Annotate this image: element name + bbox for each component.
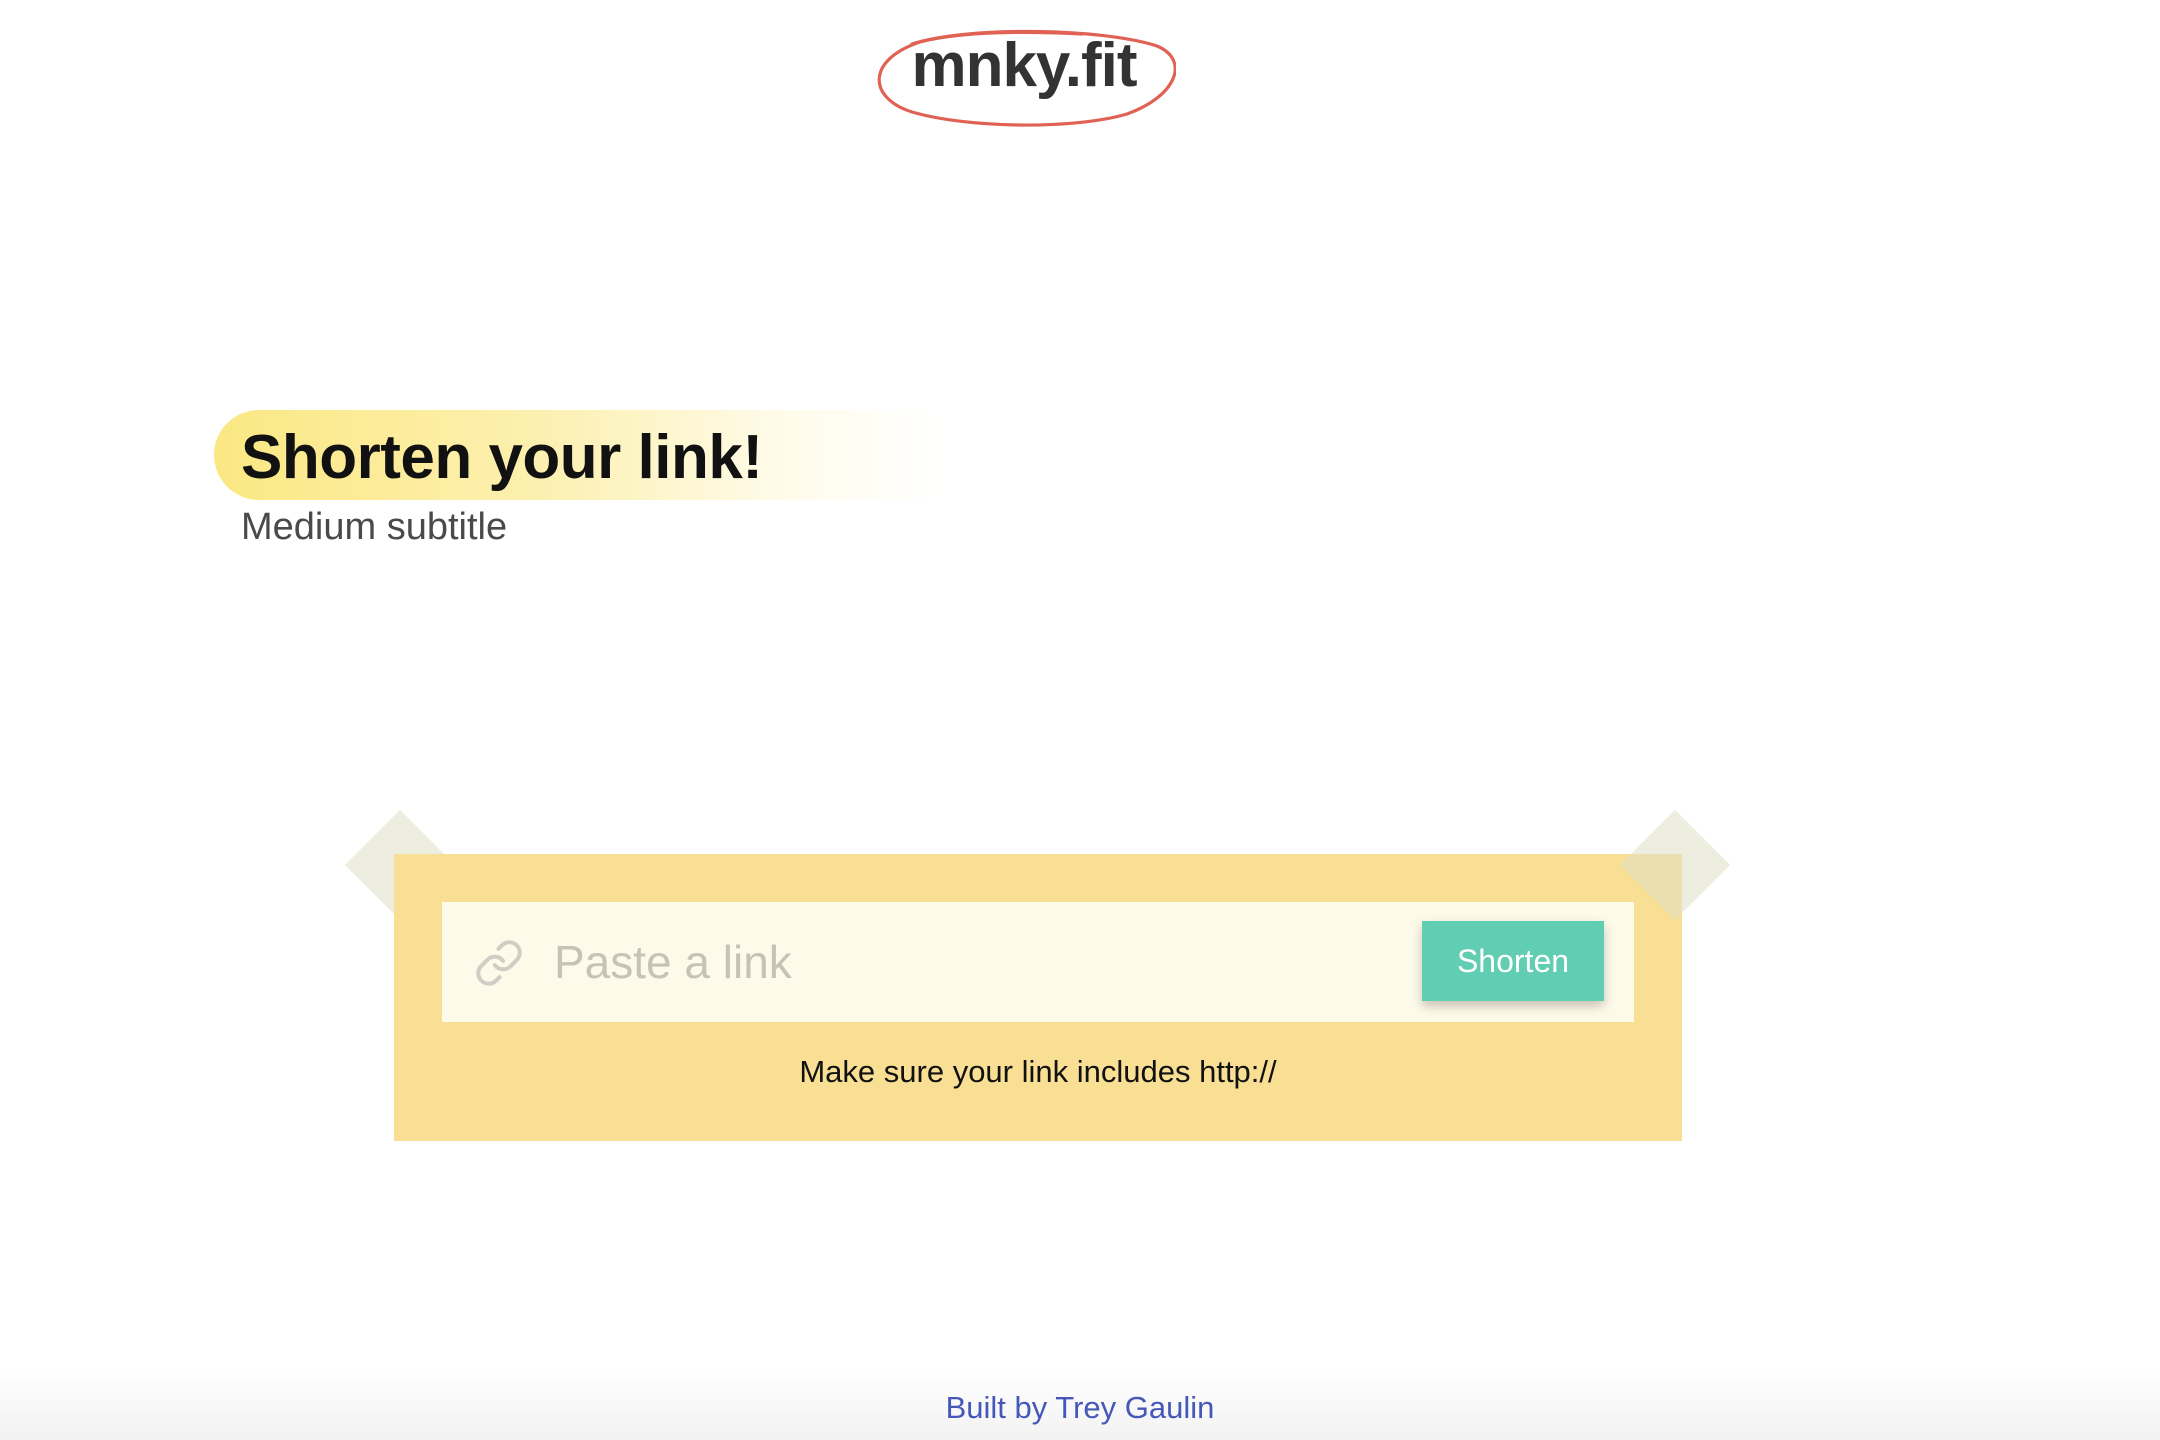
- link-input[interactable]: [554, 922, 1414, 1002]
- shorten-card: Shorten Make sure your link includes htt…: [394, 854, 1682, 1141]
- logo-text: mnky.fit: [911, 31, 1137, 100]
- page: mnky.fit Shorten your link! Medium subti…: [0, 0, 2160, 1440]
- logo[interactable]: mnky.fit: [872, 26, 1176, 130]
- page-subtitle: Medium subtitle: [241, 506, 508, 548]
- footer-credit-link[interactable]: Built by Trey Gaulin: [0, 1386, 2160, 1430]
- shorten-button[interactable]: Shorten: [1422, 921, 1604, 1001]
- page-title: Shorten your link!: [241, 423, 763, 492]
- link-input-wrapper: Shorten: [442, 902, 1634, 1022]
- link-hint: Make sure your link includes http://: [799, 1054, 1277, 1089]
- footer: Built by Trey Gaulin: [0, 1370, 2160, 1440]
- link-icon: [476, 940, 522, 986]
